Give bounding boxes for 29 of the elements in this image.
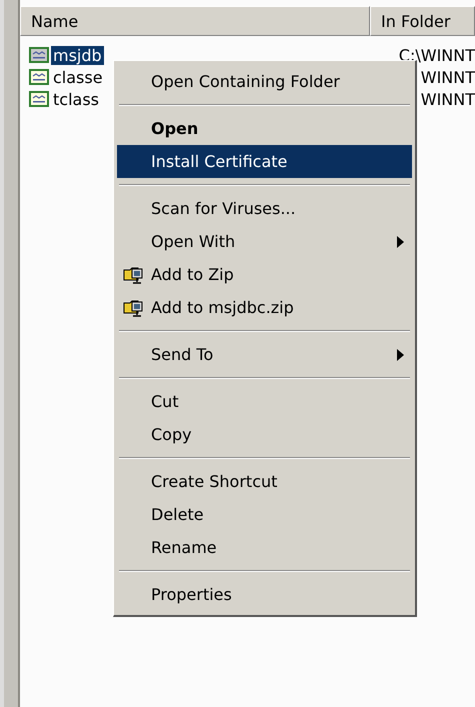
menu-item[interactable]: Open bbox=[117, 112, 412, 145]
certificate-file-icon bbox=[28, 68, 50, 86]
menu-item[interactable]: Add to msjdbc.zip bbox=[117, 291, 412, 324]
menu-item[interactable]: Rename bbox=[117, 531, 412, 564]
certificate-file-icon bbox=[28, 46, 50, 64]
folder-path: WINNT bbox=[420, 90, 475, 108]
menu-item[interactable]: Properties bbox=[117, 578, 412, 611]
submenu-arrow-icon bbox=[397, 348, 404, 360]
menu-item[interactable]: Add to Zip bbox=[117, 258, 412, 291]
file-name[interactable]: msjdb bbox=[51, 46, 104, 64]
menu-item[interactable]: Copy bbox=[117, 418, 412, 451]
menu-item[interactable]: Install Certificate bbox=[117, 145, 412, 178]
menu-item[interactable]: Scan for Viruses... bbox=[117, 192, 412, 225]
menu-item[interactable]: Create Shortcut bbox=[117, 465, 412, 498]
menu-item[interactable]: Open Containing Folder bbox=[117, 65, 412, 98]
file-name[interactable]: tclass bbox=[51, 90, 101, 108]
file-name[interactable]: classe bbox=[51, 68, 105, 86]
zip-folder-icon bbox=[123, 264, 145, 284]
menu-item[interactable]: Cut bbox=[117, 385, 412, 418]
folder-path: C:\WINNT bbox=[398, 46, 475, 64]
menu-item[interactable]: Send To bbox=[117, 338, 412, 371]
folder-path: WINNT bbox=[420, 68, 475, 86]
certificate-file-icon bbox=[28, 90, 50, 108]
column-header[interactable]: In Folder bbox=[370, 6, 475, 36]
menu-item[interactable]: Delete bbox=[117, 498, 412, 531]
menu-item[interactable]: Open With bbox=[117, 225, 412, 258]
submenu-arrow-icon bbox=[397, 236, 404, 248]
zip-folder-icon bbox=[123, 298, 145, 318]
column-header[interactable]: Name bbox=[20, 6, 370, 36]
